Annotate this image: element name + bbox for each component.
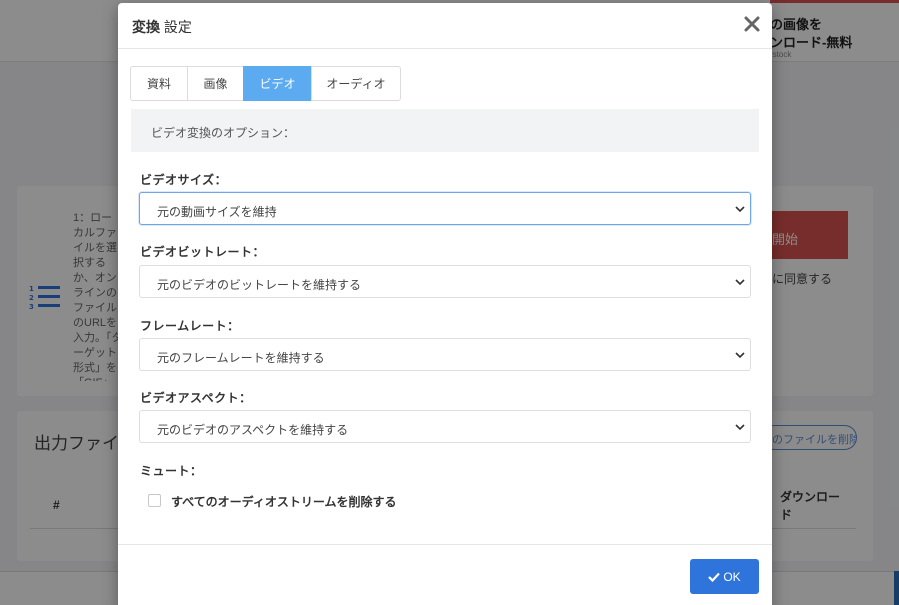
check-icon xyxy=(708,572,721,582)
video-bitrate-label: ビデオビットレート： xyxy=(140,245,266,259)
options-info-box: ビデオ変換のオプション： xyxy=(131,109,759,152)
video-size-select[interactable]: 元の動画サイズを維持 xyxy=(139,192,751,225)
modal-title-rest: 設定 xyxy=(160,19,192,35)
ok-button-label: OK xyxy=(723,569,741,584)
video-aspect-select[interactable]: 元のビデオのアスペクトを維持する xyxy=(139,410,751,443)
modal-header: 変換 設定 xyxy=(118,3,772,49)
video-bitrate-select[interactable]: 元のビデオのビットレートを維持する xyxy=(139,265,751,298)
modal-title-bold: 変換 xyxy=(132,19,160,35)
frame-rate-value: 元のフレームレートを維持する xyxy=(157,351,325,365)
modal-footer-divider xyxy=(118,544,772,545)
frame-rate-label: フレームレート： xyxy=(140,319,240,333)
tab-document[interactable]: 資料 xyxy=(130,66,187,101)
tab-audio[interactable]: オーディオ xyxy=(311,66,401,101)
chevron-down-icon xyxy=(735,206,745,213)
chevron-down-icon xyxy=(735,352,745,359)
video-aspect-value: 元のビデオのアスペクトを維持する xyxy=(157,423,349,437)
chevron-down-icon xyxy=(735,279,745,286)
video-aspect-label: ビデオアスペクト： xyxy=(140,391,252,405)
remove-audio-label[interactable]: すべてのオーディオストリームを削除する xyxy=(171,493,396,510)
format-tabs: 資料 画像 ビデオ オーディオ xyxy=(130,66,401,101)
tab-image[interactable]: 画像 xyxy=(187,66,243,101)
video-bitrate-value: 元のビデオのビットレートを維持する xyxy=(157,278,362,292)
video-size-label: ビデオサイズ： xyxy=(140,173,228,187)
frame-rate-select[interactable]: 元のフレームレートを維持する xyxy=(139,338,751,371)
remove-audio-checkbox[interactable] xyxy=(148,494,161,507)
modal-title: 変換 設定 xyxy=(132,17,192,37)
close-icon[interactable] xyxy=(742,14,762,34)
chevron-down-icon xyxy=(735,424,745,431)
video-size-value: 元の動画サイズを維持 xyxy=(157,205,277,219)
conversion-settings-modal: 変換 設定 資料 画像 ビデオ オーディオ ビデオ変換のオプション： ビデオサイ… xyxy=(118,3,772,605)
ok-button[interactable]: OK xyxy=(690,559,759,594)
tab-video[interactable]: ビデオ xyxy=(243,66,311,101)
mute-label: ミュート： xyxy=(140,464,203,478)
